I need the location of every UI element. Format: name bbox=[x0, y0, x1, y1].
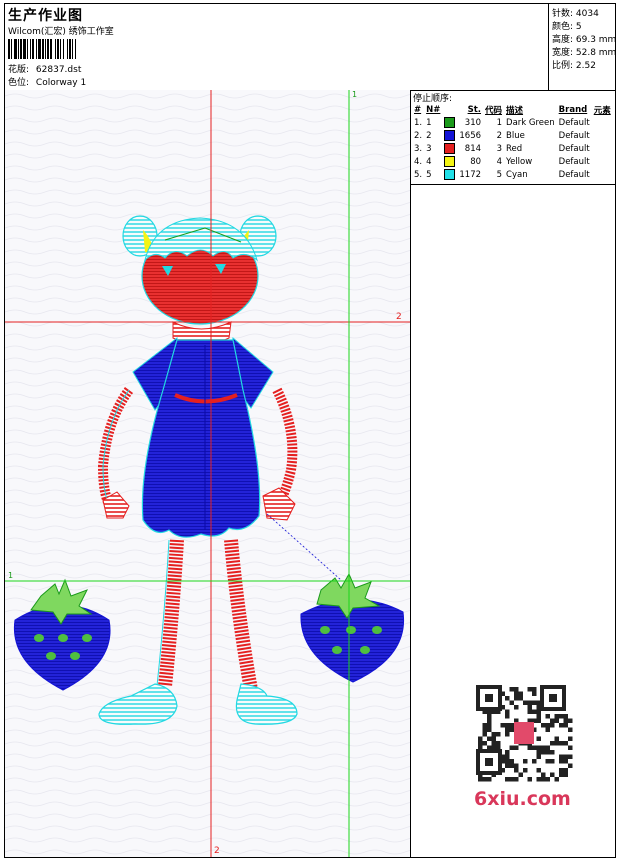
embroidery-design-image bbox=[5, 90, 410, 857]
row-index: 2. bbox=[414, 130, 423, 141]
color-swatch bbox=[444, 117, 456, 128]
row-description: Red bbox=[506, 143, 523, 154]
design-stats: 针数: 4034 颜色: 5 高度: 69.3 mm 宽度: 52.8 mm 比… bbox=[548, 4, 616, 90]
row-stitches: 310 bbox=[464, 117, 482, 128]
row-code: 2 bbox=[496, 130, 503, 141]
design-height: 高度: 69.3 mm bbox=[552, 35, 617, 45]
panel-divider bbox=[410, 184, 615, 185]
stop-sequence-row: 4. 4 80 4 Yellow Default bbox=[412, 155, 613, 168]
stitch-count: 针数: 4034 bbox=[552, 9, 599, 19]
row-n: 4 bbox=[426, 156, 432, 167]
row-n: 5 bbox=[426, 169, 432, 180]
row-brand: Default bbox=[558, 169, 590, 180]
row-swatch bbox=[442, 142, 457, 155]
design-file-value: 62837.dst bbox=[35, 65, 82, 75]
row-code: 5 bbox=[496, 169, 503, 180]
qr-code-image bbox=[468, 682, 582, 786]
header: 生产作业图 Wilcom(汇宏) 绣饰工作室 花版: 62837.dst 色位:… bbox=[5, 4, 616, 91]
row-stitches: 814 bbox=[464, 143, 482, 154]
design-scale: 比例: 2.52 bbox=[552, 61, 596, 71]
col-header-element: 元素 bbox=[593, 106, 611, 116]
row-swatch bbox=[442, 129, 457, 142]
row-n: 3 bbox=[426, 143, 432, 154]
site-watermark: 6xiu.com bbox=[474, 788, 571, 810]
design-file-label: 花版: bbox=[8, 65, 30, 75]
color-swatch bbox=[444, 130, 456, 141]
row-code: 4 bbox=[496, 156, 503, 167]
color-swatch bbox=[444, 169, 456, 180]
col-header-swatch bbox=[442, 104, 457, 116]
row-description: Blue bbox=[506, 130, 525, 141]
col-header-code: 代码 bbox=[485, 106, 503, 116]
row-stitches: 1656 bbox=[459, 130, 482, 141]
design-file-row: 花版: 62837.dst bbox=[8, 62, 81, 75]
row-element bbox=[592, 155, 613, 168]
guide-label-v1: 1 bbox=[352, 90, 358, 99]
design-canvas: 1 2 1 2 bbox=[5, 90, 411, 857]
stop-sequence-row: 1. 1 310 1 Dark Green Default bbox=[412, 116, 613, 129]
company-name: Wilcom(汇宏) 绣饰工作室 bbox=[8, 27, 114, 37]
stop-sequence-header-row: # N# St. 代码 描述 Brand 元素 bbox=[412, 104, 613, 116]
row-brand: Default bbox=[558, 130, 590, 141]
col-header-n: N# bbox=[426, 105, 441, 115]
stop-sequence-row: 3. 3 814 3 Red Default bbox=[412, 142, 613, 155]
colorway-label: 色位: bbox=[8, 78, 30, 88]
row-code: 3 bbox=[496, 143, 503, 154]
row-description: Yellow bbox=[506, 156, 533, 167]
header-info: 生产作业图 Wilcom(汇宏) 绣饰工作室 花版: 62837.dst 色位:… bbox=[5, 4, 548, 90]
row-swatch bbox=[442, 168, 457, 181]
guide-label-h1: 1 bbox=[8, 571, 14, 580]
page-title: 生产作业图 bbox=[8, 8, 83, 24]
row-element bbox=[592, 142, 613, 155]
stop-sequence-title: 停止顺序: bbox=[413, 94, 453, 104]
row-description: Dark Green bbox=[506, 117, 555, 128]
row-index: 1. bbox=[414, 117, 423, 128]
row-n: 1 bbox=[426, 117, 432, 128]
col-header-index: # bbox=[414, 105, 422, 115]
row-index: 4. bbox=[414, 156, 423, 167]
guide-label-h2: 2 bbox=[396, 312, 402, 322]
row-index: 3. bbox=[414, 143, 423, 154]
row-brand: Default bbox=[558, 143, 590, 154]
color-count: 颜色: 5 bbox=[552, 22, 582, 32]
row-element bbox=[592, 168, 613, 181]
stop-sequence-row: 2. 2 1656 2 Blue Default bbox=[412, 129, 613, 142]
row-brand: Default bbox=[558, 156, 590, 167]
color-swatch bbox=[444, 156, 456, 167]
row-description: Cyan bbox=[506, 169, 528, 180]
row-swatch bbox=[442, 116, 457, 129]
col-header-brand: Brand bbox=[558, 105, 588, 115]
row-code: 1 bbox=[496, 117, 503, 128]
row-brand: Default bbox=[558, 117, 590, 128]
stop-sequence-row: 5. 5 1172 5 Cyan Default bbox=[412, 168, 613, 181]
guide-label-v2: 2 bbox=[214, 846, 220, 856]
colorway-row: 色位: Colorway 1 bbox=[8, 75, 86, 88]
row-element bbox=[592, 116, 613, 129]
colorway-value: Colorway 1 bbox=[35, 78, 87, 88]
col-header-stitches: St. bbox=[467, 105, 482, 115]
row-element bbox=[592, 129, 613, 142]
row-index: 5. bbox=[414, 169, 423, 180]
row-stitches: 80 bbox=[470, 156, 482, 167]
col-header-description: 描述 bbox=[506, 106, 524, 116]
row-n: 2 bbox=[426, 130, 432, 141]
barcode-image bbox=[8, 39, 158, 59]
row-swatch bbox=[442, 155, 457, 168]
row-stitches: 1172 bbox=[459, 169, 482, 180]
design-width: 宽度: 52.8 mm bbox=[552, 48, 617, 58]
stop-sequence-table: # N# St. 代码 描述 Brand 元素 1. 1 310 1 Dark Gree… bbox=[412, 104, 613, 181]
color-swatch bbox=[444, 143, 456, 154]
